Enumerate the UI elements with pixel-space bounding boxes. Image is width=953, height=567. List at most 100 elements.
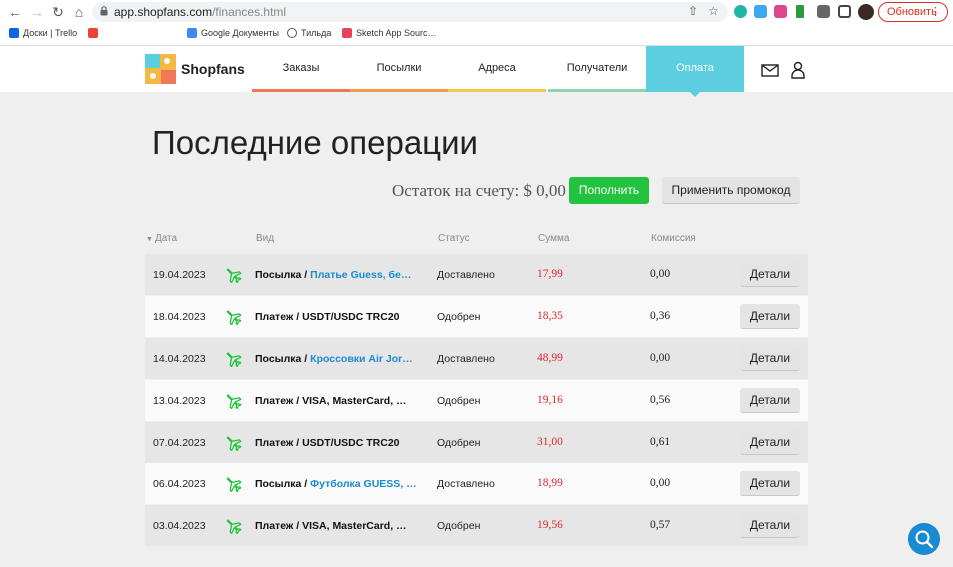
reload-icon[interactable]: ↻ bbox=[49, 3, 67, 21]
row-item-link[interactable]: Платье Guess, бе… bbox=[310, 269, 411, 281]
details-button[interactable]: Детали bbox=[740, 513, 800, 538]
airplane-icon bbox=[226, 519, 242, 534]
nav-recipients[interactable]: Получатели bbox=[548, 46, 646, 92]
row-sum: 48,99 bbox=[537, 352, 563, 364]
row-sum: 17,99 bbox=[537, 268, 563, 280]
address-row: ← → ↻ ⌂ app.shopfans.com/finances.html ⇧… bbox=[0, 0, 953, 24]
star-icon[interactable]: ☆ bbox=[708, 4, 719, 18]
nav-parcels[interactable]: Посылки bbox=[350, 46, 448, 92]
row-kind: Посылка / Платье Guess, бе… bbox=[255, 269, 412, 281]
bookmark-google-docs[interactable]: Google Документы bbox=[187, 28, 279, 38]
column-header-status: Статус bbox=[438, 233, 470, 244]
sort-down-icon: ▼ bbox=[146, 236, 153, 243]
extension-icon-4[interactable] bbox=[796, 5, 804, 18]
profile-avatar[interactable] bbox=[858, 4, 874, 20]
extension-icon-3[interactable] bbox=[774, 5, 787, 18]
row-date: 14.04.2023 bbox=[153, 353, 206, 365]
nav-payment[interactable]: Оплата bbox=[646, 46, 744, 97]
row-sum: 19,16 bbox=[537, 394, 563, 406]
row-date: 19.04.2023 bbox=[153, 269, 206, 281]
details-button[interactable]: Детали bbox=[740, 471, 800, 496]
details-button[interactable]: Детали bbox=[740, 388, 800, 413]
row-item-link[interactable]: Кроссовки Air Jor… bbox=[310, 353, 413, 365]
nav-parcels-label: Посылки bbox=[376, 62, 422, 74]
table-row: 19.04.2023 Посылка / Платье Guess, бе… Дос… bbox=[145, 254, 808, 295]
row-status: Одобрен bbox=[437, 437, 481, 449]
sidepanel-icon[interactable] bbox=[838, 5, 851, 18]
row-kind: Платеж / USDT/USDC TRC20 bbox=[255, 437, 400, 449]
nav-orders[interactable]: Заказы bbox=[252, 46, 350, 92]
account-balance: Остаток на счету: $ 0,00 bbox=[392, 181, 566, 200]
sketch-icon bbox=[342, 28, 352, 38]
apply-promo-button[interactable]: Применить промокод bbox=[662, 177, 800, 204]
row-date: 03.04.2023 bbox=[153, 520, 206, 532]
row-status: Доставлено bbox=[437, 353, 495, 365]
row-kind: Посылка / Футболка GUESS, … bbox=[255, 478, 417, 490]
table-row: 13.04.2023 Платеж / VISA, MasterCard, … Од… bbox=[145, 380, 808, 421]
lock-icon bbox=[100, 6, 108, 16]
forward-icon[interactable]: → bbox=[28, 3, 46, 21]
nav-orders-underline bbox=[252, 89, 350, 92]
table-row: 18.04.2023 Платеж / USDT/USDC TRC20 Одобре… bbox=[145, 296, 808, 337]
details-button[interactable]: Детали bbox=[740, 346, 800, 371]
airplane-icon bbox=[226, 436, 242, 451]
row-status: Доставлено bbox=[437, 478, 495, 490]
extension-icon-1[interactable] bbox=[734, 5, 747, 18]
site-header: Shopfans Заказы Посылки Адреса Получател… bbox=[0, 46, 953, 97]
row-status: Одобрен bbox=[437, 311, 481, 323]
nav-parcels-underline bbox=[350, 89, 448, 92]
bookmark-tilda[interactable]: Тильда bbox=[287, 28, 331, 38]
nav-payment-label: Оплата bbox=[676, 62, 714, 74]
details-button[interactable]: Детали bbox=[740, 262, 800, 287]
docs-icon bbox=[187, 28, 197, 38]
chat-button[interactable] bbox=[908, 523, 940, 555]
bookmark-trello[interactable]: Доски | Trello bbox=[9, 28, 77, 38]
home-icon[interactable]: ⌂ bbox=[70, 3, 88, 21]
shopfans-logo-icon[interactable] bbox=[145, 54, 176, 84]
puzzle-icon[interactable] bbox=[817, 5, 830, 18]
row-fee: 0,00 bbox=[650, 268, 671, 280]
update-button[interactable]: Обновить ⋮ bbox=[878, 2, 948, 22]
nav-addresses-underline bbox=[448, 89, 546, 92]
row-status: Доставлено bbox=[437, 269, 495, 281]
logo-text[interactable]: Shopfans bbox=[181, 61, 245, 77]
user-icon[interactable] bbox=[789, 61, 807, 79]
topup-button[interactable]: Пополнить bbox=[569, 177, 649, 204]
row-kind: Платеж / VISA, MasterCard, … bbox=[255, 520, 407, 532]
share-icon[interactable]: ⇧ bbox=[688, 4, 698, 18]
address-bar[interactable]: app.shopfans.com/finances.html ⇧ ☆ bbox=[92, 2, 728, 22]
airplane-icon bbox=[226, 352, 242, 367]
table-row: 06.04.2023 Посылка / Футболка GUESS, … Дос… bbox=[145, 463, 808, 504]
row-fee: 0,36 bbox=[650, 310, 671, 322]
mail-icon[interactable] bbox=[761, 61, 779, 79]
bookmark-sketch[interactable]: Sketch App Sourc… bbox=[342, 28, 437, 38]
trello-icon bbox=[9, 28, 19, 38]
extension-icon-2[interactable] bbox=[754, 5, 767, 18]
bookmark-gmail[interactable] bbox=[88, 28, 98, 38]
airplane-icon bbox=[226, 268, 242, 283]
row-date: 18.04.2023 bbox=[153, 311, 206, 323]
page-title: Последние операции bbox=[152, 124, 478, 161]
more-icon: ⋮ bbox=[930, 6, 941, 18]
airplane-icon bbox=[226, 394, 242, 409]
row-fee: 0,57 bbox=[650, 519, 671, 531]
column-header-fee: Комиссия bbox=[651, 233, 696, 244]
row-fee: 0,00 bbox=[650, 352, 671, 364]
nav-orders-label: Заказы bbox=[282, 62, 320, 74]
column-header-date[interactable]: ▼ Дата bbox=[146, 233, 177, 244]
row-date: 07.04.2023 bbox=[153, 437, 206, 449]
url-text: app.shopfans.com/finances.html bbox=[114, 5, 287, 19]
back-icon[interactable]: ← bbox=[6, 3, 24, 21]
nav-addresses-label: Адреса bbox=[478, 62, 516, 74]
nav-addresses[interactable]: Адреса bbox=[448, 46, 546, 92]
row-item-link[interactable]: Футболка GUESS, … bbox=[310, 478, 417, 490]
row-sum: 31,00 bbox=[537, 436, 563, 448]
details-button[interactable]: Детали bbox=[740, 304, 800, 329]
row-status: Одобрен bbox=[437, 520, 481, 532]
details-button[interactable]: Детали bbox=[740, 430, 800, 455]
row-kind: Посылка / Кроссовки Air Jor… bbox=[255, 353, 413, 365]
tilda-icon bbox=[287, 28, 297, 38]
row-sum: 18,99 bbox=[537, 477, 563, 489]
table-row: 14.04.2023 Посылка / Кроссовки Air Jor… До… bbox=[145, 338, 808, 379]
nav-active-pointer bbox=[690, 92, 700, 97]
